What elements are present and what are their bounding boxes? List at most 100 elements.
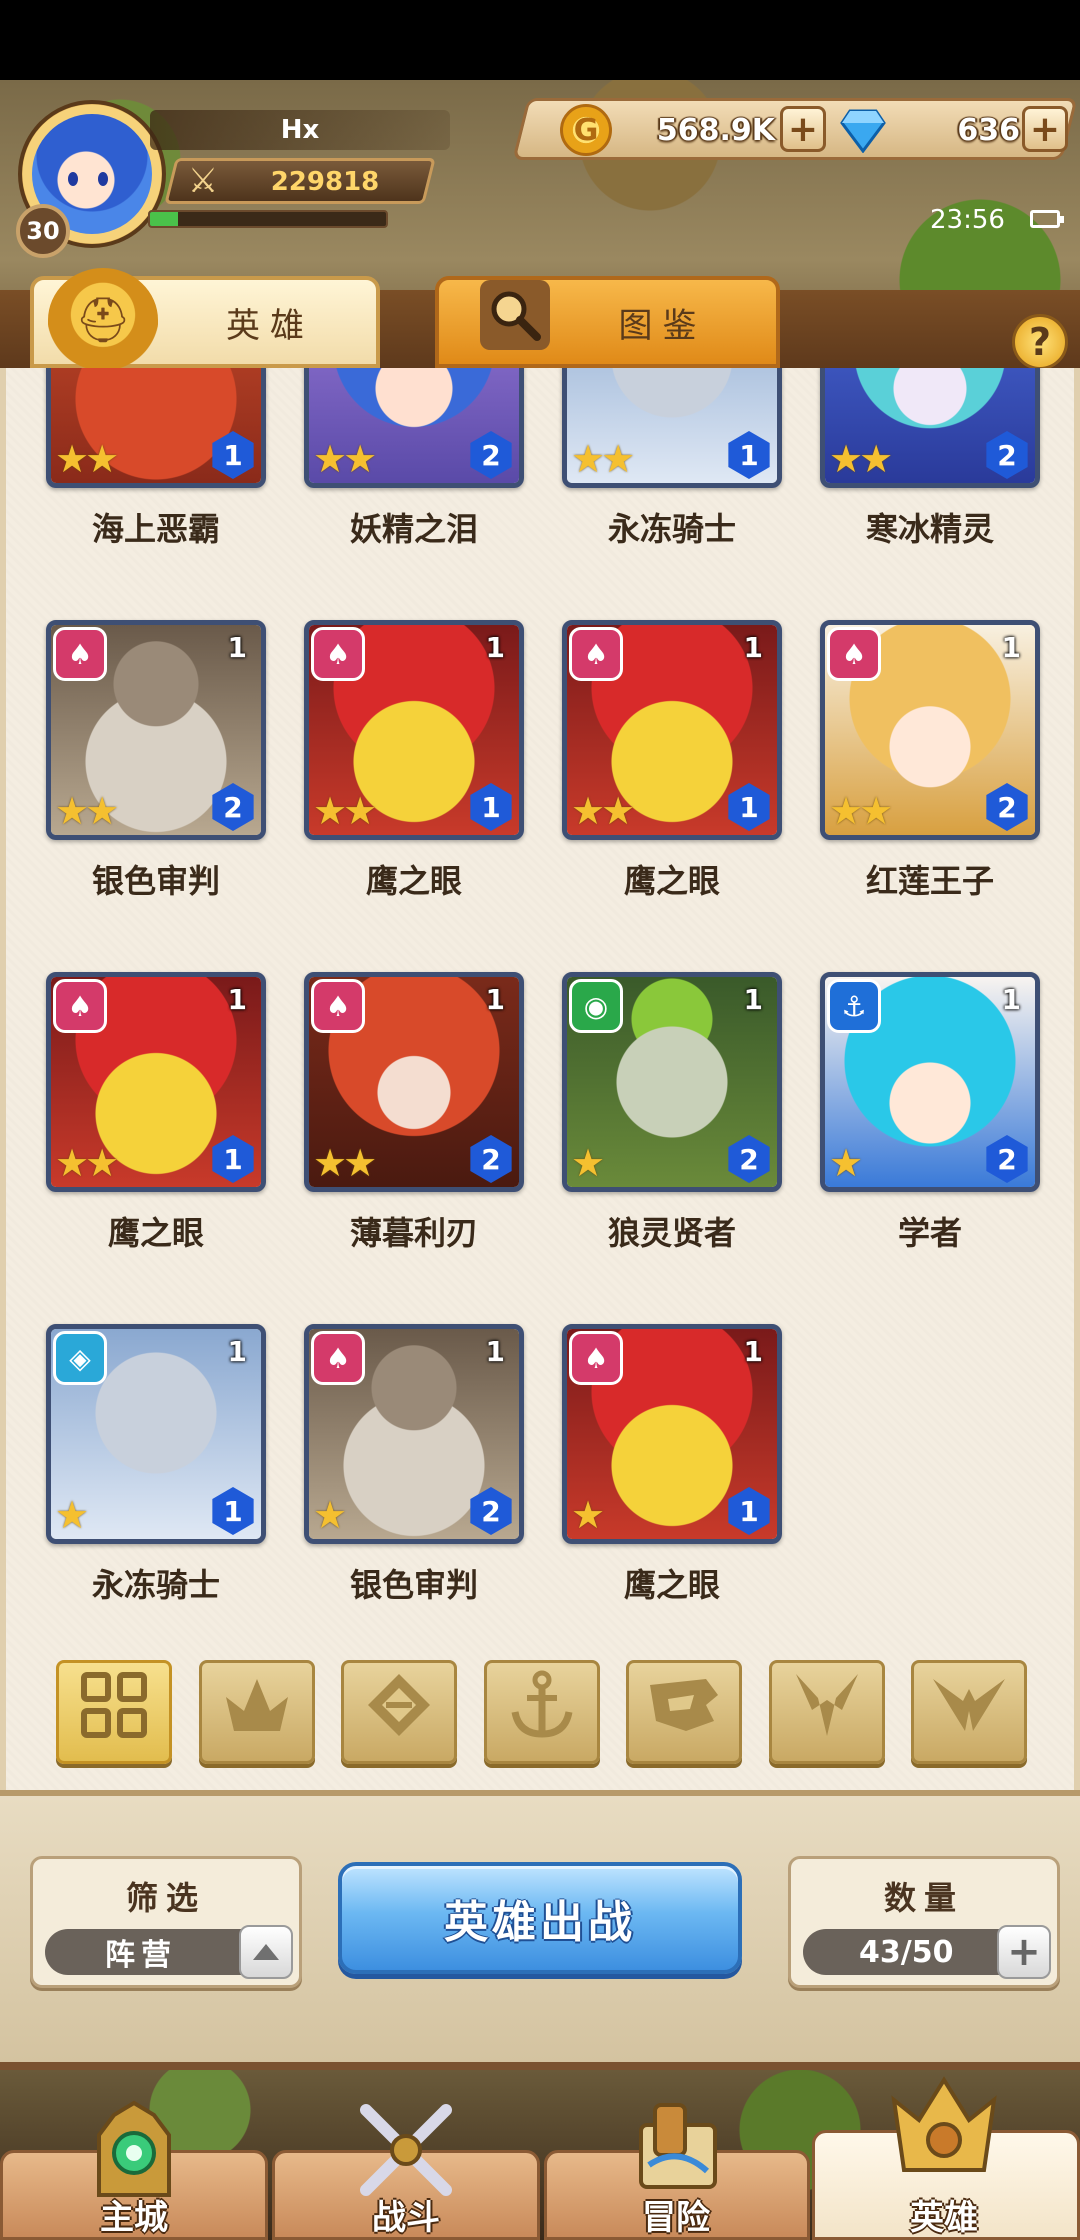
hero-card[interactable]: ★ ★ 2 寒冰精灵 [820,368,1040,568]
star-icon: ★ [829,789,864,833]
nav-heroes-label: 英雄 [910,2198,978,2238]
star-icon: ★ [571,1493,606,1537]
hero-card[interactable]: ♠ 1 ★ ★ 1 鹰之眼 [304,620,524,920]
chevron-up-icon[interactable] [239,1925,293,1979]
star-icon: ★ [859,789,894,833]
hero-stars: ★ ★ [829,789,893,833]
hero-card[interactable]: ♠ 1 ★ 1 鹰之眼 [562,1324,782,1618]
hero-card[interactable]: ♠ 1 ★ ★ 1 鹰之眼 [562,620,782,920]
deploy-heroes-button[interactable]: 英雄出战 [338,1862,742,1974]
star-icon: ★ [343,789,378,833]
hero-level: 1 [227,1335,247,1368]
all-grid-icon [79,1670,149,1754]
hero-stars: ★ ★ [829,439,893,479]
hero-card[interactable]: ◉ 1 ★ 2 狼灵贤者 [562,972,782,1272]
hero-card[interactable]: ★ ★ 1 海上恶霸 [46,368,266,568]
hero-level: 1 [485,631,505,664]
flame-faction-icon: ♠ [311,627,365,681]
hero-card[interactable]: ♠ 1 ★ ★ 1 鹰之眼 [46,972,266,1272]
hero-card[interactable]: ★ ★ 1 永冻骑士 [562,368,782,568]
faction-filter-button[interactable] [768,1660,885,1764]
hero-portrait-frame: ♠ 1 ★ ★ 1 [304,620,524,840]
star-icon: ★ [601,437,636,481]
faction-filter-button[interactable] [483,1660,600,1764]
hero-name: 鹰之眼 [107,1214,204,1252]
flame-faction-icon: ♠ [827,627,881,681]
hero-card[interactable]: ◈ 1 ★ 1 永冻骑士 [46,1324,266,1618]
faction-filter-button[interactable] [341,1660,457,1764]
hero-stars: ★ [571,1495,605,1535]
flame-faction-icon [222,1675,292,1749]
hero-name: 狼灵贤者 [607,1214,736,1252]
hero-name: 寒冰精灵 [865,510,994,548]
crossed-swords-icon: ⚔ [187,161,219,201]
nav-main-city-label: 主城 [100,2198,168,2238]
hero-level: 1 [485,1335,505,1368]
tab-heroes-label: 英雄 [226,305,314,346]
gem-amount: 636 [957,112,1020,148]
expand-slots-button[interactable]: + [997,1925,1051,1979]
hero-card[interactable]: ♠ 1 ★ 2 银色审判 [304,1324,524,1618]
hero-portrait-frame: ♠ 1 ★ ★ 2 [820,620,1040,840]
hero-portrait-frame: ◉ 1 ★ 2 [562,972,782,1192]
hero-stars: ★ [829,1143,863,1183]
flame-faction-icon: ♠ [53,979,107,1033]
hero-card[interactable]: ♠ 1 ★ ★ 2 银色审判 [46,620,266,920]
hero-name: 永冻骑士 [607,510,736,548]
system-status-bar [0,0,1080,80]
wing-faction-icon [931,1675,1007,1749]
hero-portrait-frame: ★ ★ 1 [562,368,782,488]
hero-stars: ★ [55,1495,89,1535]
hero-stars: ★ ★ [313,1143,377,1183]
flame-faction-icon: ♠ [53,627,107,681]
star-icon: ★ [571,1141,606,1185]
hero-card[interactable]: ★ ★ 2 妖精之泪 [304,368,524,568]
hero-portrait-frame: ★ ★ 2 [304,368,524,488]
hero-portrait-frame: ♠ 1 ★ ★ 1 [46,972,266,1192]
hero-level: 1 [1001,631,1021,664]
nav-battle-label: 战斗 [372,2198,440,2238]
hero-level: 1 [227,983,247,1016]
sea-faction-icon: ⚓ [827,979,881,1033]
hero-portrait-frame: ♠ 1 ★ 1 [562,1324,782,1544]
nature-faction-icon: ◉ [569,979,623,1033]
hero-portrait-frame: ★ ★ 1 [46,368,266,488]
faction-filter-button[interactable] [911,1660,1027,1764]
star-icon: ★ [313,1493,348,1537]
star-icon: ★ [829,1141,864,1185]
help-button[interactable]: ? [1012,314,1068,370]
order-faction-icon: ◈ [53,1331,107,1385]
hero-count-box: 数量 43/50 + [788,1856,1060,1988]
anchor-faction-icon [509,1670,575,1754]
hero-name: 海上恶霸 [91,510,220,548]
hero-card[interactable]: ♠ 1 ★ ★ 2 薄暮利刃 [304,972,524,1272]
player-level-badge: 30 [16,204,70,258]
hero-card[interactable]: ♠ 1 ★ ★ 2 红莲王子 [820,620,1040,920]
order-faction-icon [366,1672,432,1752]
beast-faction-icon [646,1675,722,1749]
add-gems-button[interactable]: + [1022,106,1068,152]
experience-bar-fill [150,212,179,226]
star-icon: ★ [343,1141,378,1185]
flame-faction-icon: ♠ [569,627,623,681]
star-icon: ★ [85,437,120,481]
hero-level: 1 [485,983,505,1016]
hero-stars: ★ ★ [55,1143,119,1183]
filter-box: 筛选 阵营 [30,1856,302,1988]
faction-filter-button[interactable] [56,1660,172,1764]
faction-filter-button[interactable] [626,1660,742,1764]
hero-stars: ★ ★ [55,791,119,831]
hero-portrait-frame: ♠ 1 ★ ★ 2 [46,620,266,840]
star-icon: ★ [313,437,348,481]
battery-icon [1030,210,1064,228]
helmet-icon: ⛑ [48,268,158,372]
add-gold-button[interactable]: + [780,106,826,152]
hero-portrait-frame: ♠ 1 ★ 2 [304,1324,524,1544]
gold-amount: 568.9K [656,112,775,148]
experience-bar [148,210,388,228]
hero-card[interactable]: ⚓ 1 ★ 2 学者 [820,972,1040,1272]
faction-filter-button[interactable] [198,1660,315,1764]
hero-grid: ★ ★ 1 海上恶霸 ★ ★ 2 妖精之泪 ★ ★ 1 永冻骑士 ★ ★ 2 寒冰精灵 ♠ 1 ★ ★ 2 银色审判 ♠ 1 ★… [6,368,1074,1618]
hero-portrait-frame: ♠ 1 ★ ★ 2 [304,972,524,1192]
hero-name: 学者 [897,1214,962,1252]
